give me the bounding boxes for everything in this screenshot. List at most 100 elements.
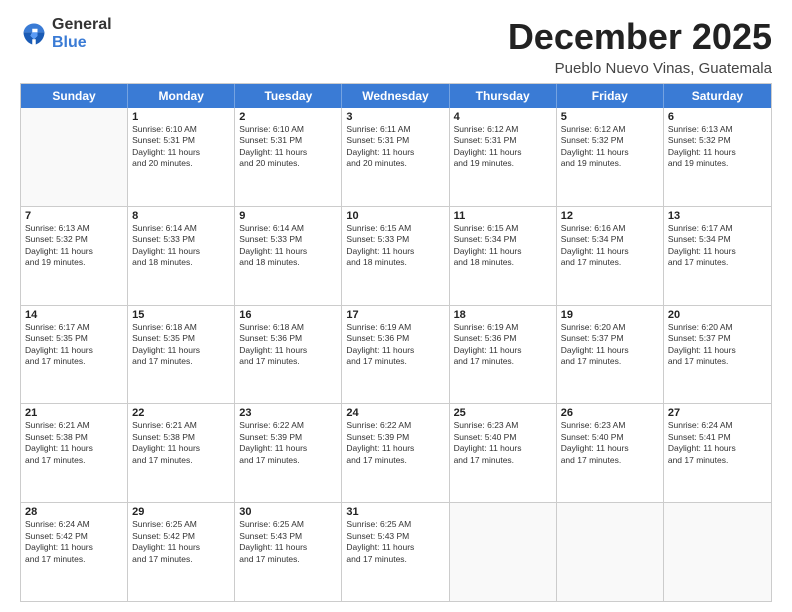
day-number: 3: [346, 111, 444, 123]
day-number: 8: [132, 210, 230, 222]
calendar-cell: 5Sunrise: 6:12 AM Sunset: 5:32 PM Daylig…: [557, 108, 664, 206]
calendar-cell: [664, 503, 771, 601]
day-number: 22: [132, 407, 230, 419]
day-info: Sunrise: 6:22 AM Sunset: 5:39 PM Dayligh…: [239, 420, 337, 466]
calendar-cell: 20Sunrise: 6:20 AM Sunset: 5:37 PM Dayli…: [664, 306, 771, 404]
calendar-cell: 29Sunrise: 6:25 AM Sunset: 5:42 PM Dayli…: [128, 503, 235, 601]
day-number: 4: [454, 111, 552, 123]
calendar-cell: 17Sunrise: 6:19 AM Sunset: 5:36 PM Dayli…: [342, 306, 449, 404]
calendar-cell: 8Sunrise: 6:14 AM Sunset: 5:33 PM Daylig…: [128, 207, 235, 305]
day-info: Sunrise: 6:12 AM Sunset: 5:31 PM Dayligh…: [454, 124, 552, 170]
day-number: 18: [454, 309, 552, 321]
day-info: Sunrise: 6:13 AM Sunset: 5:32 PM Dayligh…: [25, 223, 123, 269]
calendar-cell: 15Sunrise: 6:18 AM Sunset: 5:35 PM Dayli…: [128, 306, 235, 404]
calendar-row: 21Sunrise: 6:21 AM Sunset: 5:38 PM Dayli…: [21, 404, 771, 503]
day-number: 24: [346, 407, 444, 419]
day-info: Sunrise: 6:21 AM Sunset: 5:38 PM Dayligh…: [25, 420, 123, 466]
day-number: 27: [668, 407, 767, 419]
calendar-cell: 7Sunrise: 6:13 AM Sunset: 5:32 PM Daylig…: [21, 207, 128, 305]
logo: General Blue: [20, 16, 112, 51]
weekday-header: Thursday: [450, 84, 557, 108]
day-info: Sunrise: 6:25 AM Sunset: 5:43 PM Dayligh…: [346, 519, 444, 565]
calendar-cell: 11Sunrise: 6:15 AM Sunset: 5:34 PM Dayli…: [450, 207, 557, 305]
day-number: 20: [668, 309, 767, 321]
calendar-cell: [450, 503, 557, 601]
day-number: 31: [346, 506, 444, 518]
day-number: 7: [25, 210, 123, 222]
calendar-cell: 31Sunrise: 6:25 AM Sunset: 5:43 PM Dayli…: [342, 503, 449, 601]
day-info: Sunrise: 6:14 AM Sunset: 5:33 PM Dayligh…: [239, 223, 337, 269]
day-info: Sunrise: 6:23 AM Sunset: 5:40 PM Dayligh…: [561, 420, 659, 466]
day-number: 21: [25, 407, 123, 419]
calendar-header: SundayMondayTuesdayWednesdayThursdayFrid…: [21, 84, 771, 108]
day-info: Sunrise: 6:24 AM Sunset: 5:42 PM Dayligh…: [25, 519, 123, 565]
calendar-cell: 24Sunrise: 6:22 AM Sunset: 5:39 PM Dayli…: [342, 404, 449, 502]
day-info: Sunrise: 6:19 AM Sunset: 5:36 PM Dayligh…: [454, 322, 552, 368]
day-info: Sunrise: 6:21 AM Sunset: 5:38 PM Dayligh…: [132, 420, 230, 466]
calendar-cell: 13Sunrise: 6:17 AM Sunset: 5:34 PM Dayli…: [664, 207, 771, 305]
calendar-cell: 16Sunrise: 6:18 AM Sunset: 5:36 PM Dayli…: [235, 306, 342, 404]
day-info: Sunrise: 6:10 AM Sunset: 5:31 PM Dayligh…: [132, 124, 230, 170]
day-info: Sunrise: 6:19 AM Sunset: 5:36 PM Dayligh…: [346, 322, 444, 368]
title-block: December 2025 Pueblo Nuevo Vinas, Guatem…: [508, 16, 772, 77]
calendar-cell: 4Sunrise: 6:12 AM Sunset: 5:31 PM Daylig…: [450, 108, 557, 206]
weekday-header: Sunday: [21, 84, 128, 108]
day-info: Sunrise: 6:18 AM Sunset: 5:36 PM Dayligh…: [239, 322, 337, 368]
day-number: 29: [132, 506, 230, 518]
calendar-cell: 26Sunrise: 6:23 AM Sunset: 5:40 PM Dayli…: [557, 404, 664, 502]
weekday-header: Wednesday: [342, 84, 449, 108]
calendar-cell: 18Sunrise: 6:19 AM Sunset: 5:36 PM Dayli…: [450, 306, 557, 404]
day-number: 11: [454, 210, 552, 222]
day-info: Sunrise: 6:17 AM Sunset: 5:34 PM Dayligh…: [668, 223, 767, 269]
day-info: Sunrise: 6:20 AM Sunset: 5:37 PM Dayligh…: [668, 322, 767, 368]
day-info: Sunrise: 6:23 AM Sunset: 5:40 PM Dayligh…: [454, 420, 552, 466]
logo-text: General Blue: [52, 16, 112, 51]
weekday-header: Tuesday: [235, 84, 342, 108]
calendar-cell: 9Sunrise: 6:14 AM Sunset: 5:33 PM Daylig…: [235, 207, 342, 305]
day-number: 30: [239, 506, 337, 518]
header: General Blue December 2025 Pueblo Nuevo …: [20, 16, 772, 77]
weekday-header: Friday: [557, 84, 664, 108]
day-number: 17: [346, 309, 444, 321]
calendar-cell: 21Sunrise: 6:21 AM Sunset: 5:38 PM Dayli…: [21, 404, 128, 502]
calendar: SundayMondayTuesdayWednesdayThursdayFrid…: [20, 83, 772, 602]
day-info: Sunrise: 6:25 AM Sunset: 5:42 PM Dayligh…: [132, 519, 230, 565]
day-number: 26: [561, 407, 659, 419]
calendar-cell: [21, 108, 128, 206]
calendar-cell: 25Sunrise: 6:23 AM Sunset: 5:40 PM Dayli…: [450, 404, 557, 502]
day-number: 15: [132, 309, 230, 321]
day-number: 5: [561, 111, 659, 123]
calendar-body: 1Sunrise: 6:10 AM Sunset: 5:31 PM Daylig…: [21, 108, 771, 601]
logo-icon: [20, 20, 48, 48]
day-number: 2: [239, 111, 337, 123]
location-subtitle: Pueblo Nuevo Vinas, Guatemala: [508, 60, 772, 77]
calendar-cell: 12Sunrise: 6:16 AM Sunset: 5:34 PM Dayli…: [557, 207, 664, 305]
day-info: Sunrise: 6:18 AM Sunset: 5:35 PM Dayligh…: [132, 322, 230, 368]
calendar-row: 1Sunrise: 6:10 AM Sunset: 5:31 PM Daylig…: [21, 108, 771, 207]
day-info: Sunrise: 6:12 AM Sunset: 5:32 PM Dayligh…: [561, 124, 659, 170]
calendar-cell: 30Sunrise: 6:25 AM Sunset: 5:43 PM Dayli…: [235, 503, 342, 601]
day-number: 10: [346, 210, 444, 222]
calendar-cell: [557, 503, 664, 601]
day-number: 13: [668, 210, 767, 222]
day-info: Sunrise: 6:14 AM Sunset: 5:33 PM Dayligh…: [132, 223, 230, 269]
page: General Blue December 2025 Pueblo Nuevo …: [0, 0, 792, 612]
calendar-row: 14Sunrise: 6:17 AM Sunset: 5:35 PM Dayli…: [21, 306, 771, 405]
weekday-header: Monday: [128, 84, 235, 108]
day-number: 12: [561, 210, 659, 222]
calendar-cell: 28Sunrise: 6:24 AM Sunset: 5:42 PM Dayli…: [21, 503, 128, 601]
day-info: Sunrise: 6:25 AM Sunset: 5:43 PM Dayligh…: [239, 519, 337, 565]
day-info: Sunrise: 6:15 AM Sunset: 5:33 PM Dayligh…: [346, 223, 444, 269]
logo-blue-text: Blue: [52, 34, 112, 52]
day-number: 28: [25, 506, 123, 518]
day-info: Sunrise: 6:11 AM Sunset: 5:31 PM Dayligh…: [346, 124, 444, 170]
day-info: Sunrise: 6:22 AM Sunset: 5:39 PM Dayligh…: [346, 420, 444, 466]
calendar-cell: 22Sunrise: 6:21 AM Sunset: 5:38 PM Dayli…: [128, 404, 235, 502]
month-title: December 2025: [508, 16, 772, 58]
weekday-header: Saturday: [664, 84, 771, 108]
calendar-row: 7Sunrise: 6:13 AM Sunset: 5:32 PM Daylig…: [21, 207, 771, 306]
calendar-cell: 14Sunrise: 6:17 AM Sunset: 5:35 PM Dayli…: [21, 306, 128, 404]
day-number: 16: [239, 309, 337, 321]
day-info: Sunrise: 6:20 AM Sunset: 5:37 PM Dayligh…: [561, 322, 659, 368]
calendar-cell: 1Sunrise: 6:10 AM Sunset: 5:31 PM Daylig…: [128, 108, 235, 206]
